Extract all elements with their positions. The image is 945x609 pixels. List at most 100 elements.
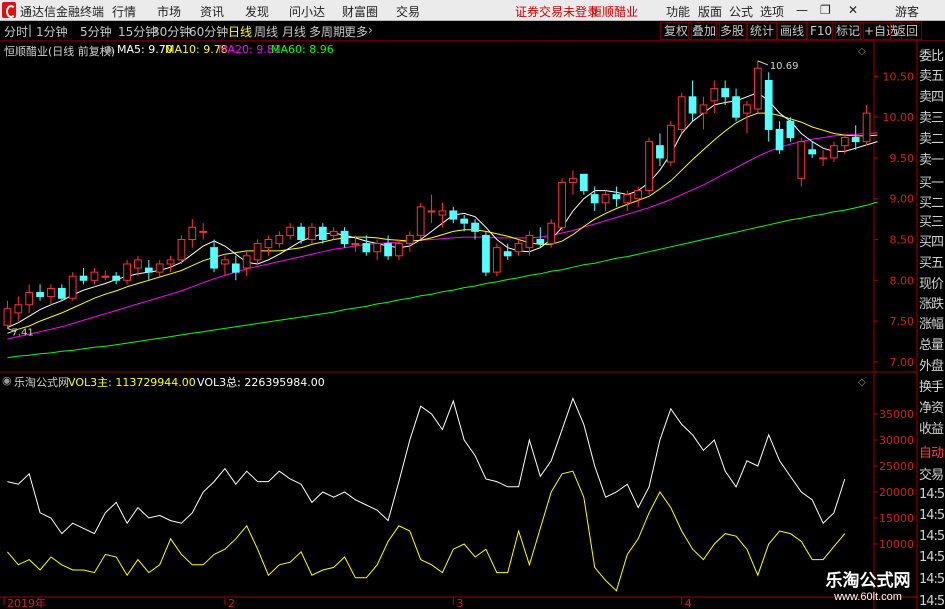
candle-up	[405, 234, 414, 245]
watermark: 乐淘公式网 www.60lt.com	[808, 566, 928, 603]
chart-title: 恒顺醋业(日线 前复权)	[4, 45, 116, 58]
price-axis-label: 9.50	[890, 152, 915, 165]
settings-circle-icon[interactable]: ◉	[104, 43, 114, 56]
candle-up	[427, 210, 436, 213]
candle-up	[242, 255, 251, 269]
candle-up	[395, 243, 403, 257]
price-axis-label: 7.00	[890, 356, 915, 369]
candle-up	[123, 263, 131, 281]
quote-row-22[interactable]: 14:56	[919, 508, 945, 523]
candle-down	[656, 145, 664, 159]
quote-row-0: 委比	[919, 49, 944, 64]
candle-up	[514, 243, 523, 253]
quote-row-15: 外盘	[919, 359, 944, 374]
vol-collapse-diamond-icon: ◇	[858, 377, 866, 388]
candle-up	[25, 292, 34, 306]
candle-up	[797, 141, 806, 179]
candle-down	[786, 120, 795, 139]
candle-up	[416, 206, 425, 236]
quote-row-11: 现价	[919, 277, 944, 292]
quote-row-8: 买三	[919, 215, 944, 230]
candle-up	[253, 243, 262, 261]
candle-down	[808, 149, 817, 155]
candle-up	[710, 88, 719, 102]
candle-down	[732, 96, 740, 118]
candle-down	[231, 263, 240, 273]
candle-down	[612, 194, 621, 200]
candle-up	[753, 67, 762, 110]
candle-up	[677, 96, 686, 130]
candle-down	[384, 243, 392, 257]
candle-up	[819, 157, 827, 160]
candle-down	[362, 243, 371, 253]
quote-row-20: 交易	[919, 468, 944, 483]
candle-up	[199, 230, 208, 233]
candle-up	[862, 112, 871, 143]
candle-up	[177, 239, 186, 261]
ma20-line	[7, 132, 878, 340]
vol-axis-label: 30000	[879, 434, 914, 447]
low-price-label: 7.41	[11, 327, 33, 338]
candle-down	[764, 79, 773, 130]
quote-row-19: 自动	[919, 446, 944, 461]
high-pointer	[757, 60, 768, 66]
candle-down	[36, 292, 44, 298]
candle-up	[558, 181, 566, 228]
candle-down	[210, 247, 218, 269]
vol-axis-label: 25000	[879, 460, 914, 473]
candle-up	[623, 194, 632, 204]
vol-axis-label: 35000	[879, 408, 914, 421]
candle-up	[743, 104, 751, 114]
candle-down	[318, 226, 327, 241]
candle-up	[134, 259, 142, 269]
candle-up	[666, 124, 675, 163]
price-axis-label: 10.00	[883, 111, 915, 124]
candle-down	[112, 275, 121, 281]
vol-axis-label: 20000	[879, 486, 914, 499]
price-axis-label: 8.00	[890, 274, 915, 287]
candle-up	[373, 243, 382, 253]
quote-row-18: 收益	[919, 422, 944, 437]
price-axis-label: 7.50	[890, 315, 915, 328]
time-axis-label: 2	[228, 597, 235, 609]
candle-up	[830, 145, 838, 159]
candle-up	[188, 226, 197, 241]
watermark-title: 乐淘公式网	[825, 571, 911, 590]
candle-up	[155, 263, 164, 273]
quote-row-21[interactable]: 14:56	[919, 487, 945, 502]
candle-up	[166, 259, 175, 265]
candle-up	[645, 141, 653, 192]
collapse-diamond-icon: ◇	[858, 46, 866, 57]
candle-down	[340, 230, 349, 245]
kline-chart[interactable]: 10.50 10.00 9.50 9.00 8.50 8.00 7.50 7.00 35000 3…	[0, 0, 945, 609]
vol-axis-label: 15000	[879, 512, 914, 525]
price-axis-label: 8.50	[890, 234, 915, 247]
candle-up	[634, 190, 643, 200]
candle-down	[297, 226, 305, 241]
high-price-label: 10.69	[770, 61, 799, 72]
quote-row-9: 买四	[919, 235, 944, 250]
candle-up	[14, 304, 23, 314]
candle-down	[449, 210, 458, 220]
vol3-main-label: VOL3主: 113729944.00	[68, 376, 196, 389]
quote-row-23[interactable]: 14:56	[919, 529, 945, 544]
quote-row-1: 卖五	[919, 69, 944, 84]
quote-row-24[interactable]: 14:56	[919, 550, 945, 565]
candle-up	[699, 104, 708, 114]
quote-row-3: 卖三	[919, 111, 944, 126]
quote-panel: 委比 卖五 卖四 卖三 卖二 卖一 买一 买二 买三 买四 买五 现价 涨跌 涨幅 总量 外盘 换手 净资 收益 自动…	[918, 41, 945, 609]
watermark-url: www.60lt.com	[834, 591, 902, 603]
candle-down	[590, 194, 599, 204]
quote-row-4: 卖二	[919, 132, 944, 147]
candle-down	[536, 239, 545, 245]
time-axis-label: 3	[456, 597, 463, 609]
candle-up	[286, 226, 295, 236]
candle-up	[525, 234, 534, 249]
candle-up	[840, 137, 849, 147]
candle-down	[775, 128, 784, 151]
candle-up	[275, 234, 284, 245]
quote-row-10: 买五	[919, 256, 944, 271]
quote-row-7: 买二	[919, 196, 944, 211]
candle-down	[471, 222, 479, 232]
vol-settings-icon[interactable]: ◉	[2, 374, 12, 387]
